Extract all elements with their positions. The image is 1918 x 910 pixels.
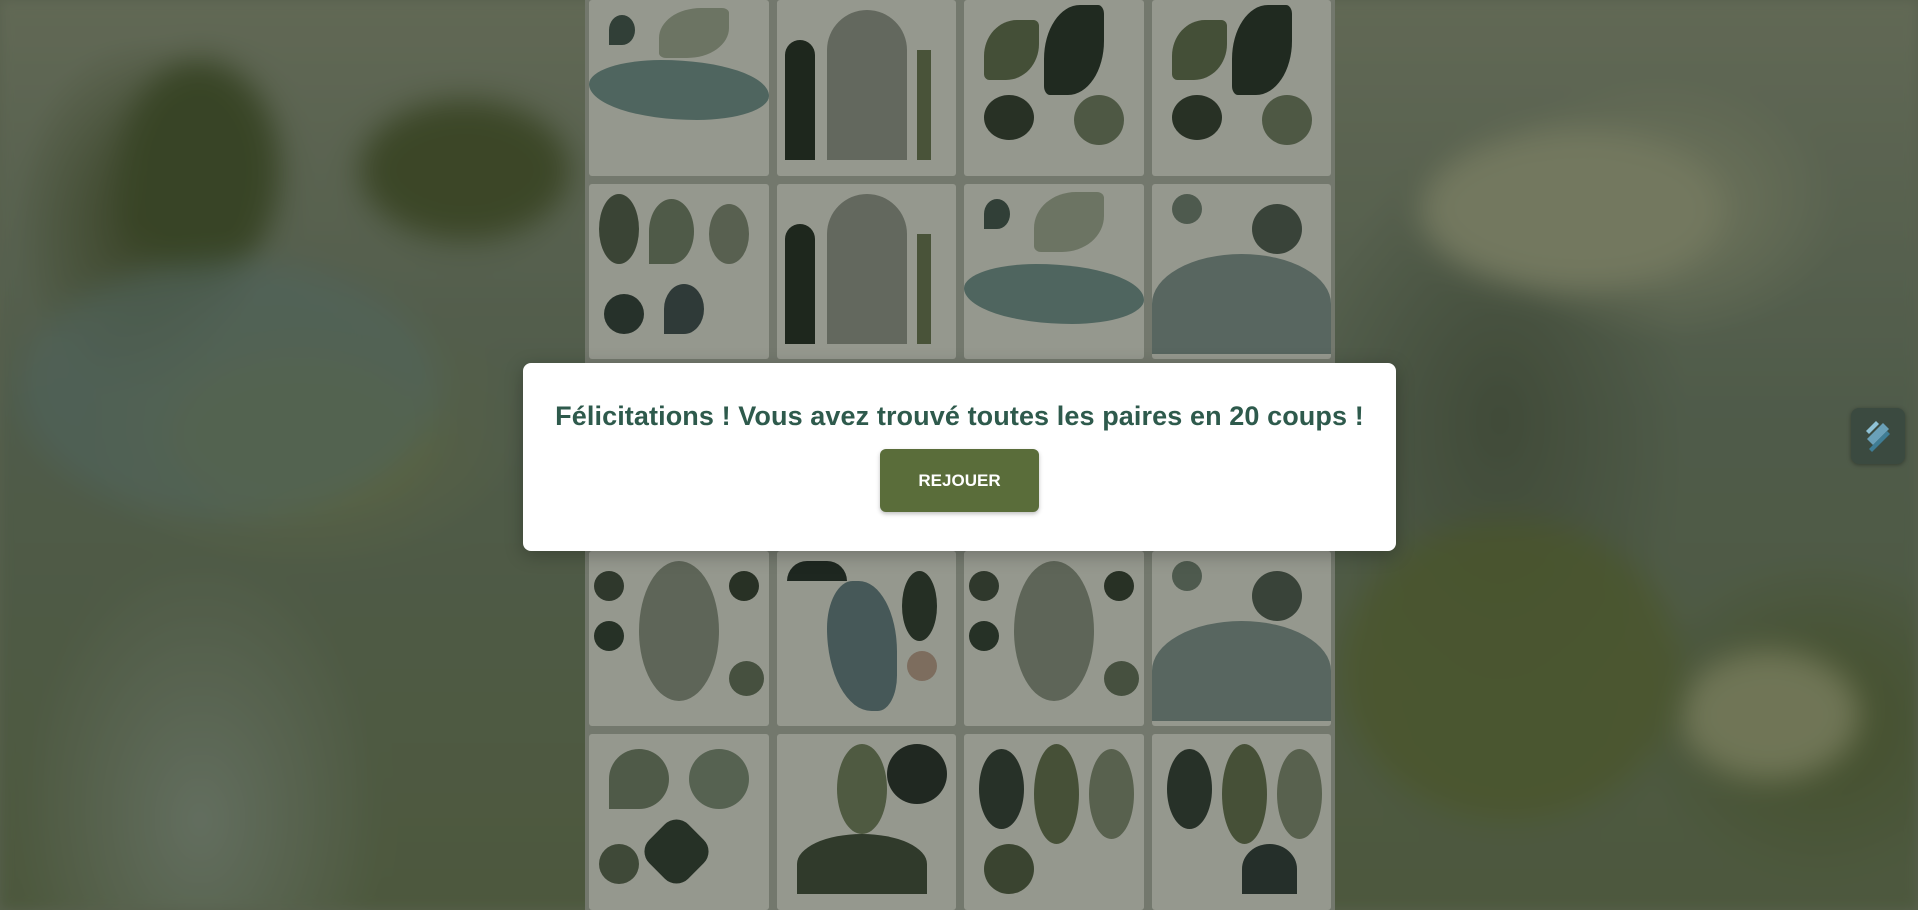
side-tool-button[interactable] (1851, 408, 1905, 464)
pen-tool-icon (1866, 421, 1890, 452)
win-message: Félicitations ! Vous avez trouvé toutes … (555, 401, 1364, 431)
replay-button[interactable]: REJOUER (880, 449, 1039, 512)
win-dialog: Félicitations ! Vous avez trouvé toutes … (523, 363, 1396, 551)
